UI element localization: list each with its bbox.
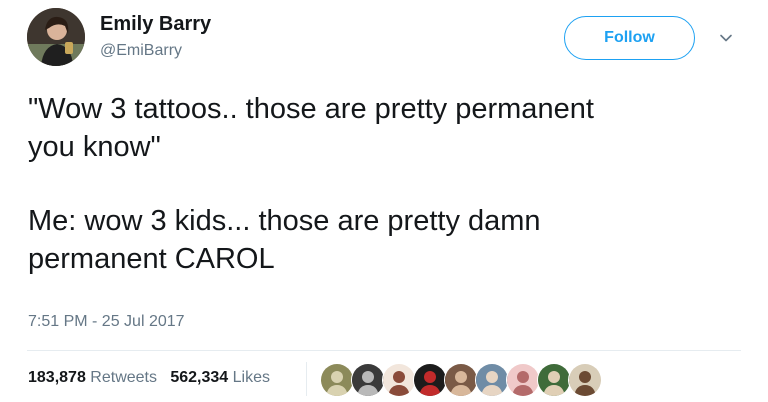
tweet-text-line: Me: wow 3 kids... those are pretty damn <box>28 205 541 237</box>
profile-photo-icon <box>476 364 508 396</box>
liker-avatar[interactable] <box>568 363 602 397</box>
retweets-stat[interactable]: 183,878 Retweets <box>28 369 157 386</box>
liker-avatar[interactable] <box>351 363 385 397</box>
liker-avatar[interactable] <box>382 363 416 397</box>
tweet-text-line: you know" <box>28 131 161 163</box>
tweet-text: "Wow 3 tattoos.. those are pretty perman… <box>28 90 748 278</box>
liker-avatar[interactable] <box>413 363 447 397</box>
profile-photo-icon <box>569 364 601 396</box>
liker-avatar[interactable] <box>475 363 509 397</box>
profile-photo-icon <box>445 364 477 396</box>
profile-photo-icon <box>352 364 384 396</box>
liker-avatars <box>320 363 602 397</box>
liker-avatar[interactable] <box>537 363 571 397</box>
stats-separator <box>306 362 307 396</box>
tweet-timestamp[interactable]: 7:51 PM - 25 Jul 2017 <box>28 313 185 331</box>
chevron-down-icon[interactable] <box>718 30 734 46</box>
profile-photo-icon <box>321 364 353 396</box>
profile-photo-icon <box>538 364 570 396</box>
retweets-count: 183,878 <box>28 369 86 386</box>
tweet-text-line: "Wow 3 tattoos.. those are pretty perman… <box>28 93 594 125</box>
likes-stat[interactable]: 562,334 Likes <box>170 369 270 386</box>
liker-avatar[interactable] <box>506 363 540 397</box>
divider <box>27 350 741 351</box>
liker-avatar[interactable] <box>444 363 478 397</box>
likes-count: 562,334 <box>170 369 229 386</box>
likes-label: Likes <box>232 369 270 386</box>
tweet-stats: 183,878 Retweets 562,334 Likes <box>28 369 270 387</box>
author-avatar[interactable] <box>27 8 85 66</box>
liker-avatar[interactable] <box>320 363 354 397</box>
author-handle[interactable]: @EmiBarry <box>100 42 182 60</box>
author-display-name[interactable]: Emily Barry <box>100 13 211 36</box>
retweets-label: Retweets <box>90 369 157 386</box>
profile-photo-icon <box>383 364 415 396</box>
tweet-text-line: permanent CAROL <box>28 243 275 275</box>
profile-photo-icon <box>507 364 539 396</box>
profile-photo-icon <box>27 8 85 66</box>
profile-photo-icon <box>414 364 446 396</box>
tweet-card: Emily Barry @EmiBarry Follow "Wow 3 tatt… <box>0 0 768 402</box>
follow-button[interactable]: Follow <box>564 16 695 60</box>
